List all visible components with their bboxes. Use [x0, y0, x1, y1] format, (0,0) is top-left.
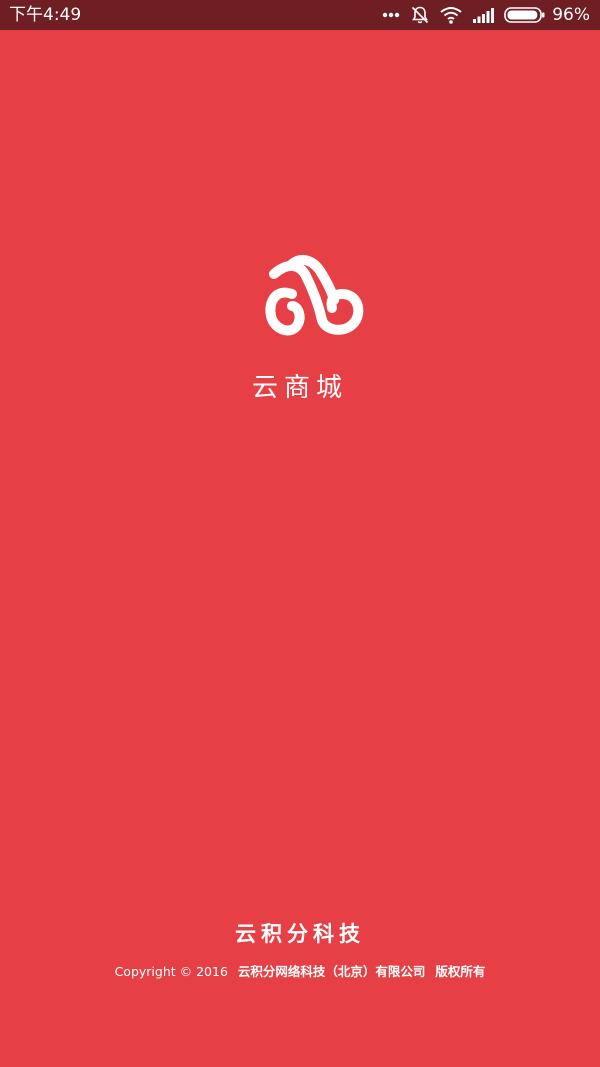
copyright-prefix: Copyright © 2016: [114, 964, 228, 979]
status-icons: 96%: [382, 0, 590, 30]
status-time: 下午4:49: [9, 5, 82, 25]
status-bar: 下午4:49 96%: [0, 0, 600, 30]
cloud-logo-icon: [262, 254, 364, 340]
company-name: 云积分科技: [235, 922, 365, 946]
wifi-icon: [440, 6, 462, 24]
battery-icon: [504, 6, 546, 24]
app-name: 云商城: [251, 373, 348, 403]
copyright-line: Copyright © 2016 云积分网络科技（北京）有限公司 版权所有: [0, 962, 600, 982]
legal-company-name: 云积分网络科技（北京）有限公司: [237, 964, 426, 979]
rights-reserved: 版权所有: [435, 964, 486, 979]
battery-percent-text: 96%: [552, 5, 590, 25]
notification-muted-icon: [410, 5, 430, 25]
more-dots-icon: [382, 12, 400, 18]
signal-icon: [472, 7, 495, 23]
